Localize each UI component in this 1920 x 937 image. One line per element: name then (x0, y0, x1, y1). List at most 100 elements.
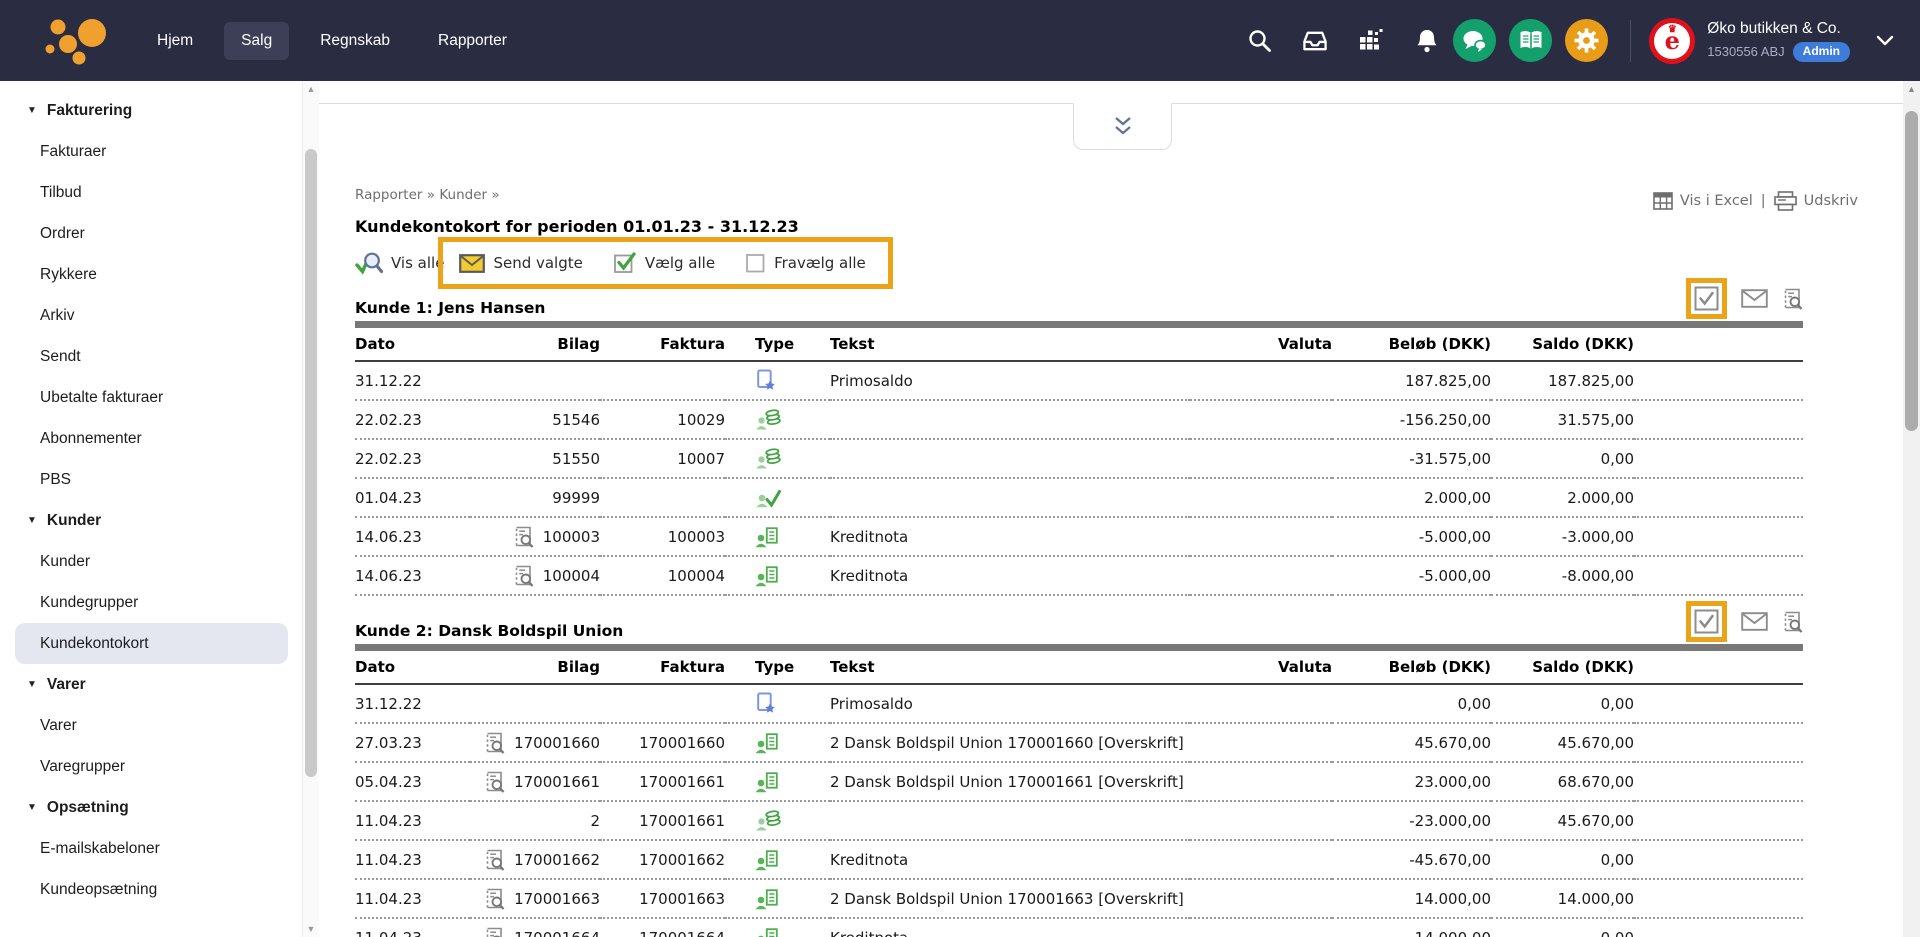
sidebar-item-abonnementer[interactable]: Abonnementer (0, 418, 302, 459)
cell-bilag: 2 (470, 801, 600, 840)
cell-faktura: 100004 (600, 556, 725, 595)
sidebar-item-arkiv[interactable]: Arkiv (0, 295, 302, 336)
select-customer-checkbox[interactable] (1686, 601, 1727, 642)
sidebar-item-kunder[interactable]: Kunder (0, 541, 302, 582)
cell-type (725, 840, 830, 879)
cell-beloeb: -23.000,00 (1332, 801, 1491, 840)
cell-saldo: 0,00 (1491, 439, 1634, 478)
column-header-saldo-dkk-: Saldo (DKK) (1491, 651, 1634, 684)
cell-faktura: 10007 (600, 439, 725, 478)
view-voucher-icon (484, 926, 505, 937)
report-area: Rapporter » Kunder » Kundekontokort for … (318, 81, 1903, 937)
cell-saldo: 0,00 (1491, 684, 1634, 723)
chat-support-icon[interactable] (1453, 19, 1496, 62)
select-all-button[interactable]: Vælg alle (613, 251, 715, 275)
sidebar-section-kunder[interactable]: ▼Kunder (0, 500, 302, 541)
view-voucher-icon[interactable] (484, 887, 505, 911)
inbox-icon[interactable] (1302, 28, 1328, 54)
sidebar-scrollbar[interactable]: ▲ ▼ (302, 81, 319, 937)
view-voucher-icon[interactable] (513, 525, 534, 549)
sidebar-item-fakturaer[interactable]: Fakturaer (0, 131, 302, 172)
payment-coins-icon (755, 448, 781, 470)
cell-dato: 11.04.23 (355, 801, 470, 840)
invoice-document-icon (755, 849, 779, 871)
send-customer-email-button[interactable] (1741, 604, 1768, 639)
view-voucher-icon[interactable] (484, 731, 505, 755)
sidebar-item-e-mailskabeloner[interactable]: E-mailskabeloner (0, 828, 302, 869)
scroll-down-icon[interactable]: ▼ (303, 921, 319, 937)
sidebar-item-sendt[interactable]: Sendt (0, 336, 302, 377)
select-customer-checkbox[interactable] (1686, 278, 1727, 319)
column-header-beløb-dkk-: Beløb (DKK) (1332, 651, 1491, 684)
view-voucher-icon (513, 564, 534, 588)
table-row: 27.03.231700016601700016602 Dansk Boldsp… (355, 723, 1803, 762)
notifications-bell-icon[interactable] (1414, 28, 1440, 54)
checked-checkbox-icon (1694, 609, 1719, 634)
nav-item-rapporter[interactable]: Rapporter (421, 22, 524, 60)
column-header-beløb-dkk-: Beløb (DKK) (1332, 328, 1491, 361)
scroll-up-icon[interactable]: ▲ (303, 81, 319, 97)
column-header-faktura: Faktura (600, 328, 725, 361)
breadcrumb-rapporter[interactable]: Rapporter (355, 187, 422, 203)
sidebar-item-tilbud[interactable]: Tilbud (0, 172, 302, 213)
help-book-icon[interactable] (1509, 19, 1552, 62)
sidebar-item-pbs[interactable]: PBS (0, 459, 302, 500)
view-voucher-icon[interactable] (484, 770, 505, 794)
search-icon[interactable] (1246, 28, 1272, 54)
table-row: 11.04.23170001664170001664Kreditnota-14.… (355, 918, 1803, 937)
view-voucher-icon[interactable] (484, 848, 505, 872)
cell-type (725, 879, 830, 918)
cell-tekst (830, 478, 1190, 517)
view-voucher-icon[interactable] (513, 564, 534, 588)
report-actions: Vis i Excel | Udskriv (1653, 191, 1858, 211)
view-voucher-icon[interactable] (484, 926, 505, 937)
sidebar-item-kundekontokort[interactable]: Kundekontokort (15, 623, 288, 664)
table-row: 14.06.23100003100003Kreditnota-5.000,00-… (355, 517, 1803, 556)
main-scrollbar[interactable]: ▲ (1903, 81, 1920, 937)
nav-item-salg[interactable]: Salg (224, 22, 289, 60)
nav-item-regnskab[interactable]: Regnskab (303, 22, 407, 60)
print-button[interactable]: Udskriv (1774, 191, 1858, 211)
column-header-dato: Dato (355, 328, 470, 361)
table-row: 01.04.23999992.000,002.000,00 (355, 478, 1803, 517)
chevron-down-icon[interactable] (1876, 35, 1894, 46)
cell-saldo: 45.670,00 (1491, 723, 1634, 762)
cell-faktura (600, 684, 725, 723)
scroll-up-icon[interactable]: ▲ (1903, 81, 1920, 97)
column-header-filler (1634, 328, 1803, 361)
nav-item-hjem[interactable]: Hjem (140, 22, 210, 60)
sidebar-item-ubetalte-fakturaer[interactable]: Ubetalte fakturaer (0, 377, 302, 418)
invoice-icon (755, 927, 779, 937)
deselect-all-label: Fravælg alle (774, 254, 866, 272)
sidebar-item-kundegrupper[interactable]: Kundegrupper (0, 582, 302, 623)
sidebar-item-varegrupper[interactable]: Varegrupper (0, 746, 302, 787)
deselect-all-button[interactable]: Fravælg alle (745, 253, 866, 274)
apps-grid-icon[interactable] (1358, 28, 1384, 54)
send-email-icon (1741, 289, 1768, 308)
invoice-document-icon (755, 732, 779, 754)
sidebar-section-varer[interactable]: ▼Varer (0, 664, 302, 705)
show-all-button[interactable]: Vis alle (355, 250, 444, 277)
sidebar-item-ordrer[interactable]: Ordrer (0, 213, 302, 254)
view-voucher-icon (484, 770, 505, 794)
cell-tekst: Primosaldo (830, 684, 1190, 723)
cell-tekst (830, 801, 1190, 840)
sidebar-item-varer[interactable]: Varer (0, 705, 302, 746)
send-customer-email-button[interactable] (1741, 281, 1768, 316)
send-selected-button[interactable]: Send valgte (459, 254, 582, 273)
cell-dato: 11.04.23 (355, 879, 470, 918)
main-scrollbar-thumb[interactable] (1905, 111, 1918, 431)
sidebar-item-kundeopsætning[interactable]: Kundeopsætning (0, 869, 302, 910)
breadcrumb-kunder[interactable]: Kunder (439, 187, 487, 203)
printer-icon (1774, 191, 1797, 211)
view-customer-statement-button[interactable] (1782, 602, 1803, 642)
sidebar-item-rykkere[interactable]: Rykkere (0, 254, 302, 295)
settings-gear-icon[interactable] (1565, 19, 1608, 62)
sidebar-scrollbar-thumb[interactable] (305, 149, 317, 777)
table-row: 11.04.232170001661-23.000,0045.670,00 (355, 801, 1803, 840)
view-customer-statement-button[interactable] (1782, 279, 1803, 319)
account-menu[interactable]: ♛e Øko butikken & Co. 1530556 ABJ Admin (1649, 18, 1894, 64)
sidebar-section-fakturering[interactable]: ▼Fakturering (0, 90, 302, 131)
sidebar-section-opsætning[interactable]: ▼Opsætning (0, 787, 302, 828)
view-in-excel-button[interactable]: Vis i Excel (1653, 192, 1753, 210)
